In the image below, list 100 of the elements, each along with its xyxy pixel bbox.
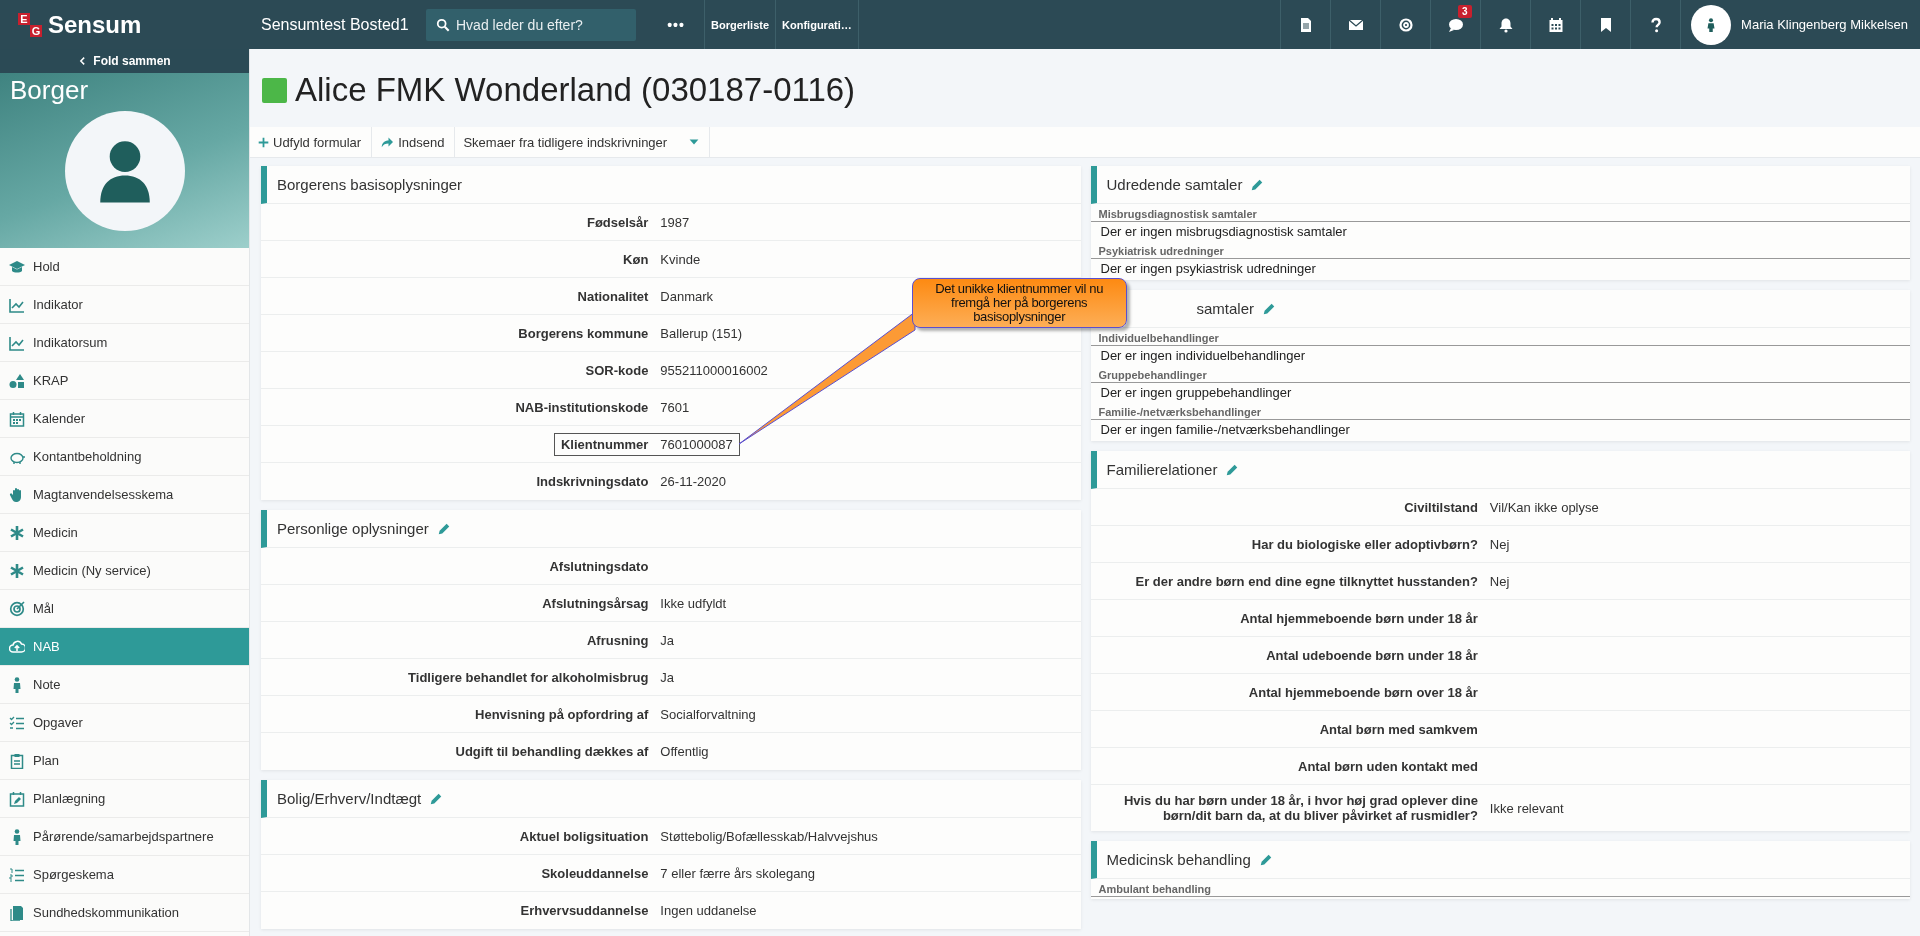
field-value: 7 eller færre års skolegang [659,864,816,883]
nav-link[interactable]: Konfigurati… [775,0,859,49]
panel-title: Borgerens basisoplysninger [277,176,463,193]
numbered-list-icon [9,866,25,883]
field-value: Ingen uddanelse [659,902,758,920]
user-avatar[interactable] [1691,4,1732,45]
sidebar-item[interactable]: Sundhedskommunikation [0,894,249,932]
field-value: Socialforvaltning [659,705,757,724]
empty-message: Der er ingen familie-/netværksbehandlinger [1100,421,1351,439]
field-value: Ballerup (151) [659,324,743,343]
field-label: Afslutningsårsag [541,594,650,613]
field-value: Ja [659,668,676,687]
section-heading: Familie-/netværksbehandlinger [1090,402,1910,420]
panel-title: samtaler [1196,300,1255,317]
field-label: Tidligere behandlet for alkoholmisbrug [407,668,650,687]
section-heading: Misbrugsdiagnostisk samtaler [1090,204,1910,222]
sidebar-item[interactable]: KRAP [0,362,249,400]
toolbar-button[interactable]: Udfyld formular [250,127,373,157]
section-heading: Gruppebehandlinger [1090,365,1910,383]
field-value: Danmark [659,287,715,306]
sidebar-item[interactable]: Indikator [0,286,249,324]
panel-title: Medicinsk behandling [1106,851,1251,868]
field-value: 7601 [659,398,691,417]
status-square [262,77,287,103]
brand-name: Sensum [48,10,142,39]
toolbar-button[interactable]: Indsend [372,127,456,157]
field-label: Antal udeboende børn under 18 år [1265,646,1479,665]
field-label: Antal hjemmeboende børn under 18 år [1239,609,1479,628]
panel-title: Udredende samtaler [1106,176,1243,193]
collapse-button[interactable]: Fold sammen [0,49,249,73]
field-label: Har du biologiske eller adoptivbørn? [1250,535,1479,554]
chat-button[interactable]: 3 [1430,0,1481,49]
location-name: Sensumtest Bosted1 [260,15,410,34]
pencil-icon[interactable] [1262,301,1277,316]
graduation-cap-icon [9,258,25,275]
line-chart-icon [9,334,25,351]
share-arrow-icon [380,136,395,148]
field-label: Klientnummer [553,432,655,456]
field-value: Nej [1488,535,1511,554]
search-icon [436,17,450,32]
calendar-icon [9,410,25,427]
sidebar-item[interactable]: Spørgeskema [0,856,249,894]
pencil-icon[interactable] [429,791,444,806]
shapes-icon [9,372,25,389]
field-value: Ja [659,631,676,650]
page-title: Alice FMK Wonderland (030187-0116) [295,71,856,109]
sidebar-item[interactable]: Pårørende/samarbejdspartnere [0,818,249,856]
pencil-icon[interactable] [1250,177,1265,192]
sidebar-item[interactable]: Medicin [0,514,249,552]
asterisk-icon [9,524,25,541]
bell-icon [1497,16,1514,33]
field-label: Indskrivningsdato [535,473,650,491]
empty-message: Der er ingen individuelbehandlinger [1100,347,1307,365]
field-label: Fødselsår [585,213,650,232]
checklist-icon [9,714,25,731]
caret-down-icon [689,137,700,147]
calendar-edit-icon [9,790,25,807]
callout-note: Det unikke klientnummer vil nu fremgå her på borgerens basisoplysninger [911,278,1127,328]
chat-icon [1447,16,1464,33]
field-label: Antal hjemmeboende børn over 18 år [1247,683,1479,702]
toolbar-button[interactable]: Skemaer fra tidligere indskrivninger [455,127,711,157]
field-value: Ikke udfyldt [659,594,728,613]
search-field[interactable]: Hvad leder du efter? [426,8,636,41]
field-value: Vil/Kan ikke oplyse [1488,498,1600,517]
clipboard-icon [9,752,25,769]
sidebar-item[interactable]: Kontantbeholdning [0,438,249,476]
cloud-upload-icon [9,638,25,655]
field-label: Udgift til behandling dækkes af [454,743,650,761]
field-label: Skoleuddannelse [540,864,650,883]
section-heading: Borger [9,74,89,105]
pencil-icon[interactable] [1225,462,1240,477]
sidebar-item[interactable]: Planlægning [0,780,249,818]
field-label: Er der andre børn end dine egne tilknyttet husstanden? [1134,572,1479,591]
calendar-icon [1547,16,1564,33]
field-value: Nej [1488,572,1511,591]
field-label: Erhvervsuddannelse [519,902,650,920]
sidebar-item[interactable]: Hold [0,248,249,286]
more-button[interactable]: ••• [658,16,694,33]
field-value: 26-11-2020 [659,473,727,491]
sidebar-item[interactable]: Plan [0,742,249,780]
asterisk-icon [9,562,25,579]
field-value: Støttebolig/Bofællesskab/Halvvejshus [659,827,879,846]
user-name[interactable]: Maria Klingenberg Mikkelsen [1741,17,1908,32]
target-icon [9,600,25,617]
field-label: Afrusning [585,631,650,650]
sidebar-item[interactable]: Indikatorsum [0,324,249,362]
panel-title: Familierelationer [1106,461,1218,478]
field-label: Køn [622,250,650,269]
sidebar-item[interactable]: Medicin (Ny service) [0,552,249,590]
logo-mark: E G [18,12,42,37]
sidebar-item[interactable]: Note [0,666,249,704]
field-value: 955211000016002 [659,361,769,380]
nav-link[interactable]: Borgerliste [704,0,776,49]
sidebar-item[interactable]: Opgaver [0,704,249,742]
field-label: Henvisning på opfordring af [474,705,650,724]
pencil-icon[interactable] [436,521,451,536]
section-heading: Ambulant behandling [1090,879,1910,897]
sidebar-item[interactable]: Magtanvendelsesskema [0,476,249,514]
sidebar-item[interactable]: Kalender [0,400,249,438]
field-label: Civiltilstand [1403,498,1479,517]
